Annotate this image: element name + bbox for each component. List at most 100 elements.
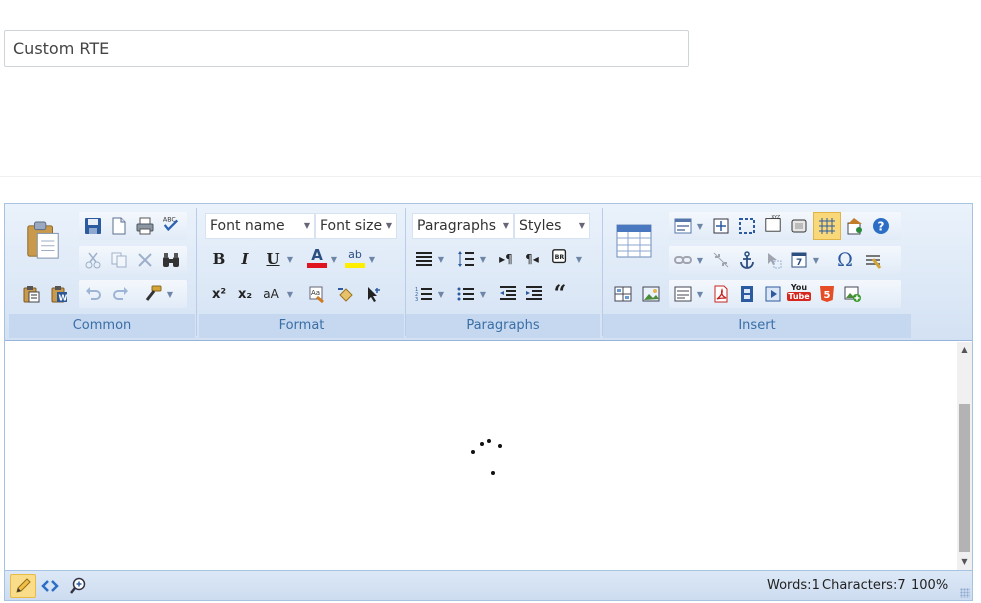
print-icon[interactable] [133, 214, 157, 238]
paste-text-icon[interactable] [19, 282, 43, 306]
status-bar: Words:1 Characters:7 100% [5, 570, 972, 600]
html5-icon[interactable]: 5 [815, 282, 839, 306]
image-gallery-icon[interactable] [611, 282, 635, 306]
image-icon[interactable] [639, 282, 663, 306]
special-chars-icon[interactable]: Ω [833, 248, 857, 272]
align-dropdown[interactable]: ▼ [436, 247, 446, 271]
underline-button[interactable]: U [261, 247, 285, 271]
help-icon[interactable]: ? [869, 214, 893, 238]
svg-text:XYZ: XYZ [771, 215, 780, 221]
scrollbar-thumb[interactable] [959, 404, 970, 552]
date-icon[interactable]: 7 [787, 248, 811, 272]
line-break-icon[interactable]: BR [548, 245, 572, 269]
preview-mode-button[interactable] [65, 574, 91, 598]
delete-icon[interactable] [133, 248, 157, 272]
scroll-up-arrow[interactable]: ▲ [959, 344, 970, 356]
find-icon[interactable] [159, 248, 183, 272]
highlight-dropdown[interactable]: ▼ [367, 247, 377, 271]
word-count: Words:1 [767, 578, 820, 593]
copy-icon[interactable] [107, 248, 131, 272]
resize-grip[interactable] [960, 588, 970, 598]
paste-word-icon[interactable]: W [47, 282, 71, 306]
vertical-scrollbar[interactable]: ▲ ▼ [957, 342, 972, 570]
insert-image-plus-icon[interactable] [841, 282, 865, 306]
cut-icon[interactable] [81, 248, 105, 272]
font-color-glyph: A [311, 245, 323, 264]
template-icon[interactable]: XYZ [761, 212, 785, 236]
iframe-icon[interactable] [787, 214, 811, 238]
ltr-icon[interactable]: ▸¶ [494, 247, 518, 271]
ribbon-toolbar: ABC W ▼ Common Font name ▼ Font size ▼ B… [5, 204, 972, 341]
media-icon[interactable] [761, 282, 785, 306]
form-dropdown[interactable]: ▼ [695, 214, 705, 238]
clear-format-icon[interactable]: Aa [305, 282, 329, 306]
unlink-icon[interactable] [709, 248, 733, 272]
link-dropdown[interactable]: ▼ [695, 248, 705, 272]
spellcheck-icon[interactable]: ABC [159, 212, 183, 236]
superscript-button[interactable]: x² [207, 282, 231, 306]
layer-icon[interactable] [735, 214, 759, 238]
change-case-button[interactable]: aA [259, 282, 283, 306]
show-grid-icon[interactable] [813, 212, 841, 240]
indent-icon[interactable] [522, 282, 546, 306]
scroll-down-arrow[interactable]: ▼ [959, 556, 970, 568]
youtube-icon[interactable]: You Tube [787, 280, 811, 304]
link-icon[interactable] [671, 248, 695, 272]
strip-format-icon[interactable] [333, 282, 357, 306]
svg-text:W: W [59, 294, 68, 303]
horizontal-rule-icon[interactable] [861, 248, 885, 272]
font-size-select[interactable]: Font size ▼ [315, 213, 397, 239]
date-dropdown[interactable]: ▼ [811, 248, 821, 272]
italic-button[interactable]: I [233, 247, 257, 271]
chevron-down-icon: ▼ [578, 221, 585, 230]
align-justify-icon[interactable] [412, 247, 436, 271]
line-height-icon[interactable] [454, 247, 478, 271]
insert-paragraph-icon[interactable] [671, 282, 695, 306]
bullet-list-dropdown[interactable]: ▼ [478, 282, 488, 306]
numbered-list-icon[interactable]: 123 [412, 282, 436, 306]
flash-video-icon[interactable] [735, 282, 759, 306]
html-mode-button[interactable] [37, 574, 63, 598]
styles-select[interactable]: Styles ▼ [514, 213, 590, 239]
line-height-dropdown[interactable]: ▼ [478, 247, 488, 271]
bullet-list-icon[interactable] [454, 282, 478, 306]
youtube-label-bottom: Tube [787, 292, 811, 301]
font-color-dropdown[interactable]: ▼ [329, 247, 339, 271]
insert-div-icon[interactable] [709, 214, 733, 238]
undo-icon[interactable] [81, 282, 105, 306]
select-cursor-icon[interactable] [361, 282, 385, 306]
page-properties-icon[interactable] [843, 214, 867, 238]
editor-content-area[interactable]: ▲ ▼ [5, 342, 972, 570]
format-painter-dropdown[interactable]: ▼ [165, 282, 175, 306]
underline-dropdown[interactable]: ▼ [285, 247, 295, 271]
image-map-icon[interactable] [761, 248, 785, 272]
title-input[interactable]: Custom RTE [4, 30, 689, 67]
save-icon[interactable] [81, 214, 105, 238]
format-painter-icon[interactable] [141, 282, 165, 306]
redo-icon[interactable] [109, 282, 133, 306]
new-doc-icon[interactable] [107, 214, 131, 238]
font-color-button[interactable]: A [305, 245, 329, 269]
change-case-dropdown[interactable]: ▼ [285, 282, 295, 306]
svg-text:5: 5 [824, 290, 831, 301]
font-name-select[interactable]: Font name ▼ [205, 213, 315, 239]
paste-icon[interactable] [17, 214, 69, 268]
highlight-bar [345, 262, 365, 268]
outdent-icon[interactable] [496, 282, 520, 306]
zoom-preview-icon [70, 577, 86, 594]
rich-text-editor: ABC W ▼ Common Font name ▼ Font size ▼ B… [4, 203, 973, 601]
subscript-button[interactable]: x₂ [233, 282, 257, 306]
numbered-list-dropdown[interactable]: ▼ [436, 282, 446, 306]
design-mode-button[interactable] [10, 574, 36, 598]
line-break-dropdown[interactable]: ▼ [574, 247, 584, 271]
table-icon[interactable] [613, 220, 655, 262]
insert-paragraph-dropdown[interactable]: ▼ [695, 282, 705, 306]
blockquote-icon[interactable]: “ [548, 281, 572, 307]
anchor-icon[interactable] [735, 248, 759, 272]
pdf-icon[interactable] [709, 282, 733, 306]
bold-button[interactable]: B [207, 247, 231, 271]
form-icon[interactable] [671, 214, 695, 238]
highlight-button[interactable]: ab [343, 245, 367, 269]
paragraphs-select[interactable]: Paragraphs ▼ [412, 213, 514, 239]
rtl-icon[interactable]: ¶◂ [520, 247, 544, 271]
